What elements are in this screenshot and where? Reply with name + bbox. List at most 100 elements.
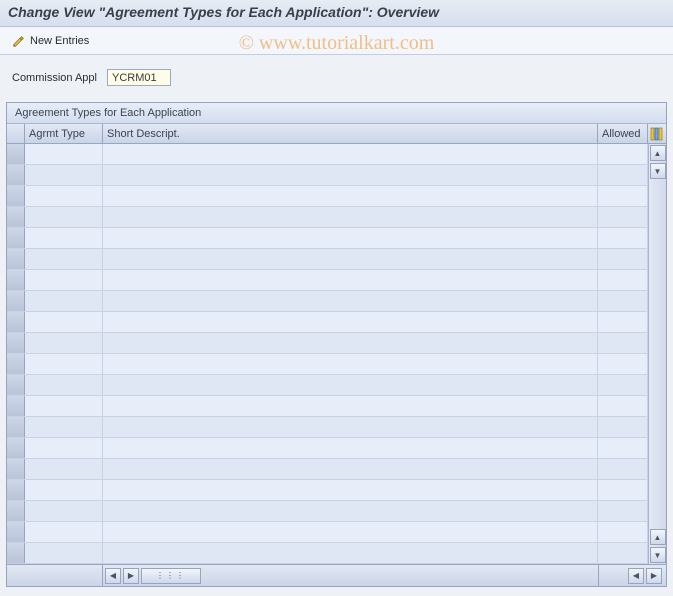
row-selector[interactable] xyxy=(7,522,25,542)
row-selector[interactable] xyxy=(7,333,25,353)
row-selector[interactable] xyxy=(7,249,25,269)
cell-agrmt-type[interactable] xyxy=(25,543,103,563)
table-row[interactable] xyxy=(7,438,648,459)
row-selector[interactable] xyxy=(7,186,25,206)
cell-short-descript[interactable] xyxy=(103,522,598,542)
row-selector[interactable] xyxy=(7,417,25,437)
cell-short-descript[interactable] xyxy=(103,270,598,290)
cell-allowed[interactable] xyxy=(598,375,648,395)
cell-allowed[interactable] xyxy=(598,144,648,164)
cell-agrmt-type[interactable] xyxy=(25,207,103,227)
cell-agrmt-type[interactable] xyxy=(25,501,103,521)
cell-short-descript[interactable] xyxy=(103,459,598,479)
cell-allowed[interactable] xyxy=(598,354,648,374)
scroll-up-step-button[interactable]: ▲ xyxy=(650,529,666,545)
scroll-up-button[interactable]: ▲ xyxy=(650,145,666,161)
row-selector[interactable] xyxy=(7,207,25,227)
cell-short-descript[interactable] xyxy=(103,438,598,458)
cell-agrmt-type[interactable] xyxy=(25,249,103,269)
row-selector[interactable] xyxy=(7,396,25,416)
scroll-right-button[interactable]: ▶ xyxy=(646,568,662,584)
cell-agrmt-type[interactable] xyxy=(25,270,103,290)
row-selector[interactable] xyxy=(7,291,25,311)
table-row[interactable] xyxy=(7,522,648,543)
row-selector[interactable] xyxy=(7,270,25,290)
table-row[interactable] xyxy=(7,249,648,270)
cell-agrmt-type[interactable] xyxy=(25,312,103,332)
row-selector[interactable] xyxy=(7,501,25,521)
cell-short-descript[interactable] xyxy=(103,543,598,563)
row-selector[interactable] xyxy=(7,165,25,185)
cell-short-descript[interactable] xyxy=(103,375,598,395)
cell-allowed[interactable] xyxy=(598,228,648,248)
cell-short-descript[interactable] xyxy=(103,396,598,416)
scroll-left-button[interactable]: ◀ xyxy=(105,568,121,584)
table-row[interactable] xyxy=(7,354,648,375)
cell-short-descript[interactable] xyxy=(103,165,598,185)
scroll-left-end-button[interactable]: ◀ xyxy=(628,568,644,584)
row-selector[interactable] xyxy=(7,375,25,395)
cell-short-descript[interactable] xyxy=(103,417,598,437)
cell-short-descript[interactable] xyxy=(103,207,598,227)
row-selector[interactable] xyxy=(7,312,25,332)
table-row[interactable] xyxy=(7,501,648,522)
table-row[interactable] xyxy=(7,291,648,312)
cell-agrmt-type[interactable] xyxy=(25,228,103,248)
cell-allowed[interactable] xyxy=(598,333,648,353)
commission-appl-input[interactable] xyxy=(107,69,171,86)
cell-agrmt-type[interactable] xyxy=(25,396,103,416)
scroll-down-step-button[interactable]: ▼ xyxy=(650,163,666,179)
cell-short-descript[interactable] xyxy=(103,186,598,206)
row-selector[interactable] xyxy=(7,144,25,164)
cell-allowed[interactable] xyxy=(598,501,648,521)
cell-agrmt-type[interactable] xyxy=(25,186,103,206)
row-selector[interactable] xyxy=(7,354,25,374)
table-row[interactable] xyxy=(7,417,648,438)
new-entries-button[interactable]: New Entries xyxy=(8,32,93,50)
table-row[interactable] xyxy=(7,165,648,186)
cell-agrmt-type[interactable] xyxy=(25,333,103,353)
cell-allowed[interactable] xyxy=(598,396,648,416)
horizontal-scrollbar-right[interactable]: ◀ ▶ xyxy=(598,565,666,586)
table-row[interactable] xyxy=(7,270,648,291)
grid-header-short-descript[interactable]: Short Descript. xyxy=(103,124,598,143)
cell-short-descript[interactable] xyxy=(103,312,598,332)
cell-short-descript[interactable] xyxy=(103,291,598,311)
cell-short-descript[interactable] xyxy=(103,333,598,353)
cell-allowed[interactable] xyxy=(598,291,648,311)
scroll-thumb[interactable]: ⋮⋮⋮ xyxy=(141,568,201,584)
table-row[interactable] xyxy=(7,543,648,564)
table-row[interactable] xyxy=(7,375,648,396)
cell-allowed[interactable] xyxy=(598,270,648,290)
table-row[interactable] xyxy=(7,207,648,228)
cell-agrmt-type[interactable] xyxy=(25,480,103,500)
cell-short-descript[interactable] xyxy=(103,144,598,164)
table-row[interactable] xyxy=(7,312,648,333)
cell-agrmt-type[interactable] xyxy=(25,165,103,185)
cell-agrmt-type[interactable] xyxy=(25,438,103,458)
table-row[interactable] xyxy=(7,396,648,417)
vertical-scrollbar[interactable]: ▲ ▼ ▲ ▼ xyxy=(648,144,666,564)
cell-agrmt-type[interactable] xyxy=(25,291,103,311)
row-selector[interactable] xyxy=(7,228,25,248)
table-row[interactable] xyxy=(7,144,648,165)
table-row[interactable] xyxy=(7,186,648,207)
cell-allowed[interactable] xyxy=(598,186,648,206)
scroll-right-step-button[interactable]: ▶ xyxy=(123,568,139,584)
cell-allowed[interactable] xyxy=(598,312,648,332)
cell-short-descript[interactable] xyxy=(103,501,598,521)
cell-allowed[interactable] xyxy=(598,165,648,185)
cell-agrmt-type[interactable] xyxy=(25,144,103,164)
cell-agrmt-type[interactable] xyxy=(25,522,103,542)
row-selector[interactable] xyxy=(7,543,25,563)
cell-short-descript[interactable] xyxy=(103,249,598,269)
cell-allowed[interactable] xyxy=(598,522,648,542)
cell-allowed[interactable] xyxy=(598,543,648,563)
cell-allowed[interactable] xyxy=(598,438,648,458)
table-row[interactable] xyxy=(7,459,648,480)
table-row[interactable] xyxy=(7,228,648,249)
cell-short-descript[interactable] xyxy=(103,354,598,374)
cell-short-descript[interactable] xyxy=(103,480,598,500)
cell-allowed[interactable] xyxy=(598,417,648,437)
row-selector[interactable] xyxy=(7,459,25,479)
